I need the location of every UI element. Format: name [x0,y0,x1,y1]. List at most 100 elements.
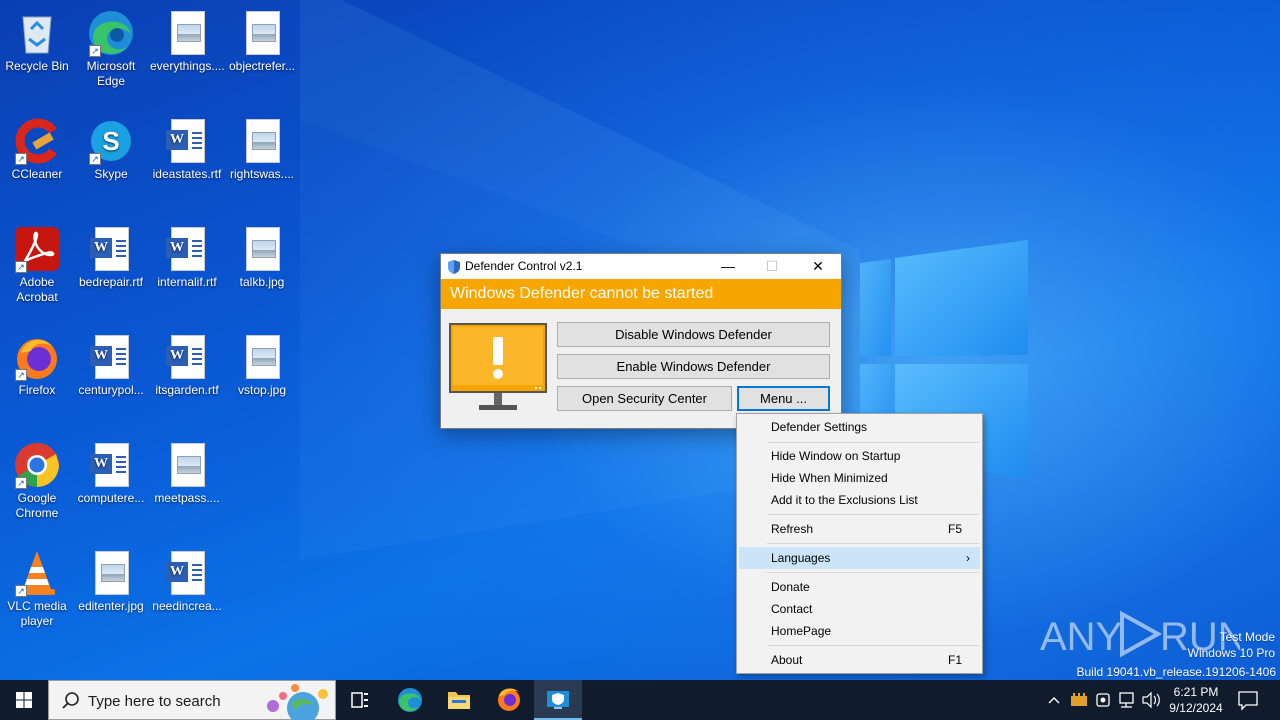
search-placeholder: Type here to search [88,693,221,710]
shield-icon [448,260,460,274]
taskbar-firefox[interactable] [485,680,533,720]
notification-center-button[interactable] [1232,680,1264,720]
desktop-icon-recycle-bin[interactable]: Recycle Bin [0,3,74,74]
desktop-icon-computere[interactable]: W computere... [74,435,148,506]
recycle-bin-icon [22,16,52,54]
taskbar-edge[interactable] [386,680,434,720]
speaker-icon [1142,691,1160,709]
status-banner: Windows Defender cannot be started [441,279,841,309]
close-button[interactable]: ✕ [795,254,841,279]
desktop-icon-objectrefer[interactable]: objectrefer... [225,3,299,74]
menu-item-shortcut: F5 [947,522,962,536]
word-document-icon: W [166,551,205,595]
taskbar-search-box[interactable]: Type here to search [48,680,336,720]
windows-start-icon [16,692,32,708]
search-highlight-illustration-icon [267,684,328,720]
minimize-button[interactable]: — [705,254,751,279]
taskbar-file-explorer[interactable] [435,680,483,720]
task-view-button[interactable] [336,680,384,720]
desktop-icon-google-chrome[interactable]: ↗ Google Chrome [0,435,74,521]
chevron-right-icon: › [966,551,970,565]
desktop-icon-editenter[interactable]: editenter.jpg [74,543,148,614]
desktop-icon-label: centurypol... [78,383,144,397]
desktop-icon-label: computere... [77,491,145,505]
desktop-icon-label: itsgarden.rtf [155,383,219,397]
menu-item-contact[interactable]: Contact [739,598,980,620]
menu-item-label: Hide When Minimized [771,471,888,485]
menu-item-languages[interactable]: Languages › [739,547,980,569]
start-button[interactable] [0,680,48,720]
desktop-icon-vlc[interactable]: ↗ VLC media player [0,543,74,629]
menu-item-homepage[interactable]: HomePage [739,620,980,642]
menu-item-defender-settings[interactable]: Defender Settings [739,416,980,438]
desktop-icon-label: VLC media player [7,599,67,628]
context-menu: Defender Settings Hide Window on Startup… [736,413,983,674]
desktop-icon-label: editenter.jpg [78,599,144,613]
menu-item-donate[interactable]: Donate [739,576,980,598]
menu-item-label: Hide Window on Startup [771,449,901,463]
open-security-center-button[interactable]: Open Security Center [557,386,732,411]
desktop-icon-label: Google Chrome [15,491,59,520]
desktop-icon-label: talkb.jpg [239,275,285,289]
desktop-icon-label: Adobe Acrobat [16,275,58,304]
menu-item-label: HomePage [771,624,832,638]
desktop-icon-firefox[interactable]: ↗ Firefox [0,327,74,398]
task-view-icon [351,692,368,708]
desktop-icon-label: internalif.rtf [157,275,217,289]
desktop-icon-bedrepair[interactable]: W bedrepair.rtf [74,219,148,290]
desktop-icon-label: bedrepair.rtf [78,275,144,289]
desktop-icon-needincrea[interactable]: W needincrea... [150,543,224,614]
desktop-icon-internalif[interactable]: W internalif.rtf [150,219,224,290]
tray-app-icon[interactable] [1068,680,1090,720]
notification-icon [1238,691,1258,711]
tray-overflow-button[interactable] [1044,680,1064,720]
clock-date: 9/12/2024 [1169,701,1223,715]
tray-defender-icon[interactable] [1092,680,1114,720]
menu-button[interactable]: Menu ... [737,386,830,411]
shortcut-arrow-icon: ↗ [15,153,27,165]
menu-item-add-exclusions[interactable]: Add it to the Exclusions List [739,489,980,511]
desktop-icon-centurypol[interactable]: W centurypol... [74,327,148,398]
menu-item-refresh[interactable]: Refresh F5 [739,518,980,540]
desktop-icon-label: Firefox [18,383,56,397]
defender-control-window: Defender Control v2.1 — ☐ ✕ Windows Defe… [440,253,842,429]
menu-item-label: Defender Settings [771,420,868,434]
defender-control-icon [547,691,569,709]
search-icon [62,692,79,709]
desktop-icon-meetpass[interactable]: meetpass.... [150,435,224,506]
word-document-icon: W [90,443,129,487]
title-bar[interactable]: Defender Control v2.1 — ☐ ✕ [441,254,841,279]
desktop-icon-label: needincrea... [152,599,222,613]
disable-defender-button[interactable]: Disable Windows Defender [557,322,830,347]
word-document-icon: W [166,335,205,379]
desktop-icon-label: Skype [94,167,128,181]
menu-separator [767,514,979,515]
desktop-icon-adobe-acrobat[interactable]: ↗ Adobe Acrobat [0,219,74,305]
desktop-icon-ideastates[interactable]: W ideastates.rtf [150,111,224,182]
network-adapter-icon [1071,693,1087,706]
desktop-icon-talkb[interactable]: talkb.jpg [225,219,299,290]
tray-network-icon[interactable] [1116,680,1138,720]
maximize-button[interactable]: ☐ [749,254,795,279]
desktop-icon-itsgarden[interactable]: W itsgarden.rtf [150,327,224,398]
tray-volume-icon[interactable] [1140,680,1162,720]
desktop-icon-skype[interactable]: S ↗ Skype [74,111,148,182]
clock[interactable]: 6:21 PM 9/12/2024 [1162,680,1230,720]
menu-separator [767,442,979,443]
menu-item-hide-on-startup[interactable]: Hide Window on Startup [739,445,980,467]
image-file-icon [171,443,205,487]
desktop-icon-ccleaner[interactable]: ↗ CCleaner [0,111,74,182]
taskbar-defender-control[interactable] [534,680,582,720]
desktop-icon-label: rightswas.... [229,167,295,181]
enable-defender-button[interactable]: Enable Windows Defender [557,354,830,379]
desktop-icon-vstop[interactable]: vstop.jpg [225,327,299,398]
desktop-icon-label: ideastates.rtf [152,167,222,181]
menu-item-hide-when-minimized[interactable]: Hide When Minimized [739,467,980,489]
word-document-icon: W [166,119,205,163]
menu-item-about[interactable]: About F1 [739,649,980,671]
desktop-icon-rightswas[interactable]: rightswas.... [225,111,299,182]
desktop-icon-microsoft-edge[interactable]: ↗ Microsoft Edge [74,3,148,89]
menu-separator [767,543,979,544]
image-file-icon [246,11,280,55]
desktop-icon-everythings[interactable]: everythings.... [150,3,225,74]
